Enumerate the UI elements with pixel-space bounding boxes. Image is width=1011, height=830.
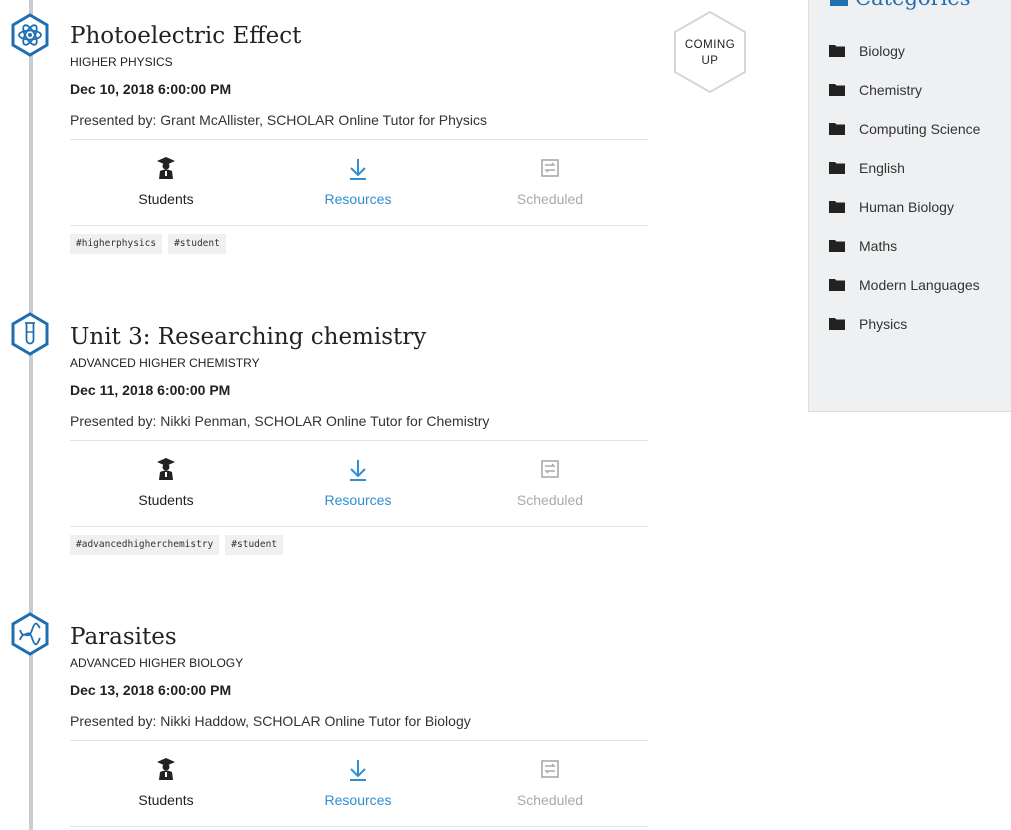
resources-button[interactable]: Resources — [262, 741, 454, 826]
category-label: Human Biology — [859, 198, 954, 215]
students-label: Students — [138, 492, 194, 508]
category-item-biology[interactable]: Biology — [829, 31, 980, 70]
test-tube-icon — [11, 312, 49, 356]
scheduled-icon — [541, 460, 559, 478]
students-button[interactable]: Students — [70, 741, 262, 826]
scheduled-button[interactable]: Scheduled — [454, 140, 646, 225]
coming-up-text: COMING UP — [672, 37, 748, 69]
scheduled-label: Scheduled — [516, 792, 584, 808]
category-label: Biology — [859, 42, 905, 59]
event-date: Dec 13, 2018 6:00:00 PM — [70, 682, 232, 698]
category-label: Chemistry — [859, 81, 923, 98]
folder-icon — [829, 45, 845, 57]
folder-icon — [829, 162, 845, 174]
category-item-human-biology[interactable]: Human Biology — [829, 187, 980, 226]
resources-label: Resources — [324, 191, 392, 207]
atom-icon — [11, 13, 49, 57]
event-tags: #advancedhigherchemistry #student — [70, 535, 648, 555]
timeline-line — [29, 0, 33, 830]
folder-icon — [829, 201, 845, 213]
folder-icon — [830, 0, 848, 6]
categories-title: Categories — [855, 0, 971, 10]
coming-up-line2: UP — [701, 55, 719, 67]
resources-label: Resources — [324, 492, 392, 508]
scheduled-icon — [541, 760, 559, 778]
folder-icon — [829, 84, 845, 96]
download-arrow-icon — [350, 760, 366, 781]
scheduled-button[interactable]: Scheduled — [454, 741, 646, 826]
scheduled-label: Scheduled — [516, 191, 584, 207]
event-actions: Students Resources Scheduled — [70, 740, 648, 827]
students-button[interactable]: Students — [70, 140, 262, 225]
category-label: Modern Languages — [859, 276, 980, 293]
category-item-maths[interactable]: Maths — [829, 226, 980, 265]
category-item-chemistry[interactable]: Chemistry — [829, 70, 980, 109]
event-presenter: Presented by: Nikki Penman, SCHOLAR Onli… — [70, 413, 490, 429]
event-tags: #higherphysics #student — [70, 234, 648, 254]
resources-button[interactable]: Resources — [262, 441, 454, 526]
tag[interactable]: #student — [168, 234, 226, 254]
category-label: Computing Science — [859, 120, 981, 137]
category-item-modern-languages[interactable]: Modern Languages — [829, 265, 980, 304]
category-label: Maths — [859, 237, 898, 254]
students-label: Students — [138, 191, 194, 207]
tag[interactable]: #advancedhigherchemistry — [70, 535, 220, 555]
student-icon — [157, 758, 175, 780]
category-item-english[interactable]: English — [829, 148, 980, 187]
download-arrow-icon — [350, 460, 366, 481]
event-presenter: Presented by: Grant McAllister, SCHOLAR … — [70, 112, 488, 128]
download-arrow-icon — [350, 159, 366, 180]
event-course: HIGHER PHYSICS — [70, 55, 173, 69]
category-label: English — [859, 159, 905, 176]
students-label: Students — [138, 792, 194, 808]
scheduled-label: Scheduled — [516, 492, 584, 508]
categories-heading: Categories — [829, 0, 971, 10]
category-item-computing-science[interactable]: Computing Science — [829, 109, 980, 148]
scheduled-icon — [541, 159, 559, 177]
resources-button[interactable]: Resources — [262, 140, 454, 225]
folder-icon — [829, 123, 845, 135]
resources-label: Resources — [324, 792, 392, 808]
event-actions: Students Resources Scheduled — [70, 440, 648, 527]
students-button[interactable]: Students — [70, 441, 262, 526]
folder-icon — [829, 240, 845, 252]
tag[interactable]: #higherphysics — [70, 234, 163, 254]
category-label: Physics — [859, 315, 908, 332]
event-presenter: Presented by: Nikki Haddow, SCHOLAR Onli… — [70, 713, 471, 729]
student-icon — [157, 157, 175, 179]
coming-up-line1: COMING — [684, 39, 736, 51]
dna-icon — [11, 612, 49, 656]
event-title[interactable]: Photoelectric Effect — [70, 21, 648, 51]
folder-icon — [829, 318, 845, 330]
event-course: ADVANCED HIGHER CHEMISTRY — [70, 356, 260, 370]
student-icon — [157, 458, 175, 480]
folder-icon — [829, 279, 845, 291]
event-date: Dec 10, 2018 6:00:00 PM — [70, 81, 232, 97]
category-item-physics[interactable]: Physics — [829, 304, 980, 343]
event-actions: Students Resources Scheduled — [70, 139, 648, 226]
categories-panel: Categories Biology Chemistry Computing S… — [808, 0, 1011, 412]
tag[interactable]: #student — [225, 535, 284, 555]
event-course: ADVANCED HIGHER BIOLOGY — [70, 656, 244, 670]
event-date: Dec 11, 2018 6:00:00 PM — [70, 382, 231, 398]
categories-list: Biology Chemistry Computing Science Engl… — [829, 31, 980, 343]
event-title[interactable]: Unit 3: Researching chemistry — [70, 322, 648, 352]
coming-up-badge: COMING UP — [672, 10, 748, 94]
scheduled-button[interactable]: Scheduled — [454, 441, 646, 526]
event-title[interactable]: Parasites — [70, 622, 648, 652]
